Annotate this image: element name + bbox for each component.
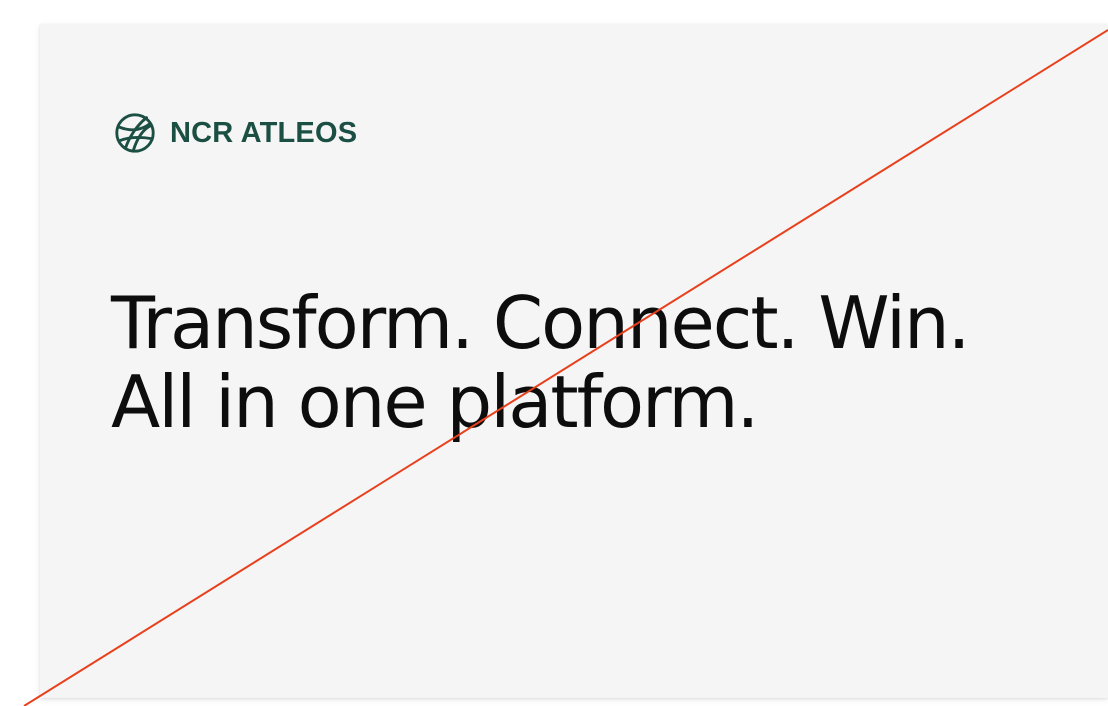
headline: Transform. Connect. Win. All in one plat… — [111, 281, 971, 445]
brand-logo: NCR ATLEOS — [112, 110, 357, 156]
slide-card: NCR ATLEOS Transform. Connect. Win. All … — [40, 24, 1108, 698]
headline-line-1: Transform. Connect. Win. — [111, 281, 971, 365]
globe-logo-icon — [115, 113, 155, 153]
headline-line-2: All in one platform. — [111, 360, 759, 445]
brand-name: NCR ATLEOS — [170, 116, 358, 149]
